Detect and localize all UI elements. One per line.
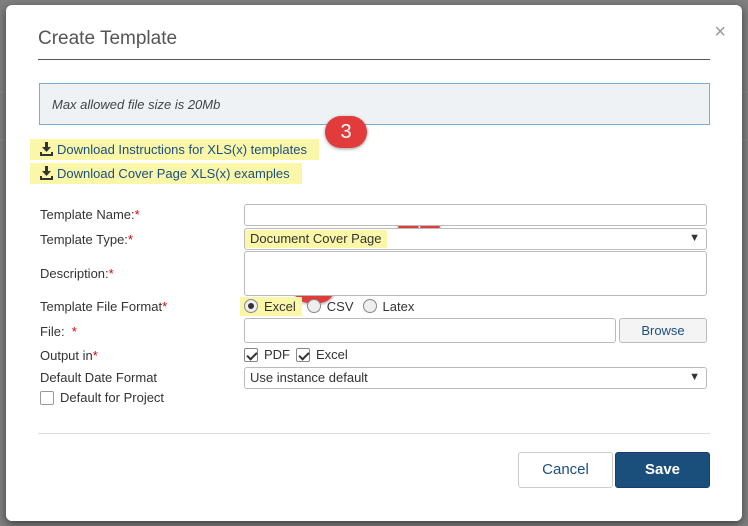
dropdown-arrow-icon: ▼ (689, 371, 700, 383)
file-size-info: Max allowed file size is 20Mb (39, 83, 710, 125)
template-name-label: Template Name:* (40, 207, 140, 222)
date-format-value: Use instance default (250, 370, 368, 385)
description-textarea[interactable] (244, 251, 707, 296)
output-format-checkboxes: PDF Excel (244, 347, 354, 362)
browse-button[interactable]: Browse (619, 318, 707, 343)
checkbox[interactable] (296, 347, 310, 362)
template-type-value: Document Cover Page (245, 230, 387, 248)
required-marker: * (162, 299, 168, 314)
dialog-title: Create Template (38, 28, 178, 49)
date-format-select[interactable]: Use instance default ▼ (244, 367, 707, 389)
format-option-excel[interactable]: Excel (240, 296, 302, 316)
cancel-button[interactable]: Cancel (518, 452, 613, 488)
output-option-pdf[interactable]: PDF (244, 347, 290, 362)
file-path-input[interactable] (244, 318, 616, 343)
title-divider (38, 59, 710, 60)
template-type-label: Template Type:* (40, 232, 133, 247)
default-for-project-option[interactable]: Default for Project (40, 390, 164, 405)
close-button[interactable]: × (714, 22, 726, 42)
radio-button[interactable] (362, 299, 377, 313)
radio-button[interactable] (244, 299, 258, 313)
required-marker: * (71, 324, 77, 339)
dropdown-arrow-icon: ▼ (689, 232, 700, 244)
required-marker: * (92, 348, 98, 363)
template-type-select[interactable]: Document Cover Page ▼ (244, 228, 707, 250)
download-examples-label: Download Cover Page XLS(x) examples (57, 166, 290, 181)
annotation-badge-3: 3 (325, 116, 367, 148)
output-in-label: Output in* (40, 348, 98, 363)
footer-divider (38, 433, 710, 434)
file-format-label: Template File Format* (40, 299, 168, 314)
checkbox[interactable] (244, 347, 258, 362)
required-marker: * (127, 232, 133, 247)
download-icon (40, 166, 53, 180)
file-label: File: * (40, 324, 77, 339)
format-option-csv[interactable]: CSV (306, 299, 354, 314)
checkbox[interactable] (40, 390, 54, 405)
description-label: Description:* (40, 266, 114, 281)
radio-button[interactable] (306, 299, 321, 313)
info-text: Max allowed file size is 20Mb (52, 97, 221, 112)
output-option-excel[interactable]: Excel (296, 347, 348, 362)
save-button[interactable]: Save (615, 452, 710, 488)
download-instructions-label: Download Instructions for XLS(x) templat… (57, 142, 307, 157)
required-marker: * (134, 207, 140, 222)
download-examples-link[interactable]: Download Cover Page XLS(x) examples (30, 163, 302, 184)
template-name-input[interactable] (244, 204, 707, 226)
format-option-latex[interactable]: Latex (362, 299, 414, 314)
file-format-radio-group: Excel CSV Latex (240, 295, 423, 317)
download-instructions-link[interactable]: Download Instructions for XLS(x) templat… (30, 139, 319, 160)
create-template-dialog: Create Template × Max allowed file size … (6, 5, 742, 521)
required-marker: * (108, 266, 114, 281)
download-icon (40, 142, 53, 156)
date-format-label: Default Date Format (40, 370, 158, 385)
